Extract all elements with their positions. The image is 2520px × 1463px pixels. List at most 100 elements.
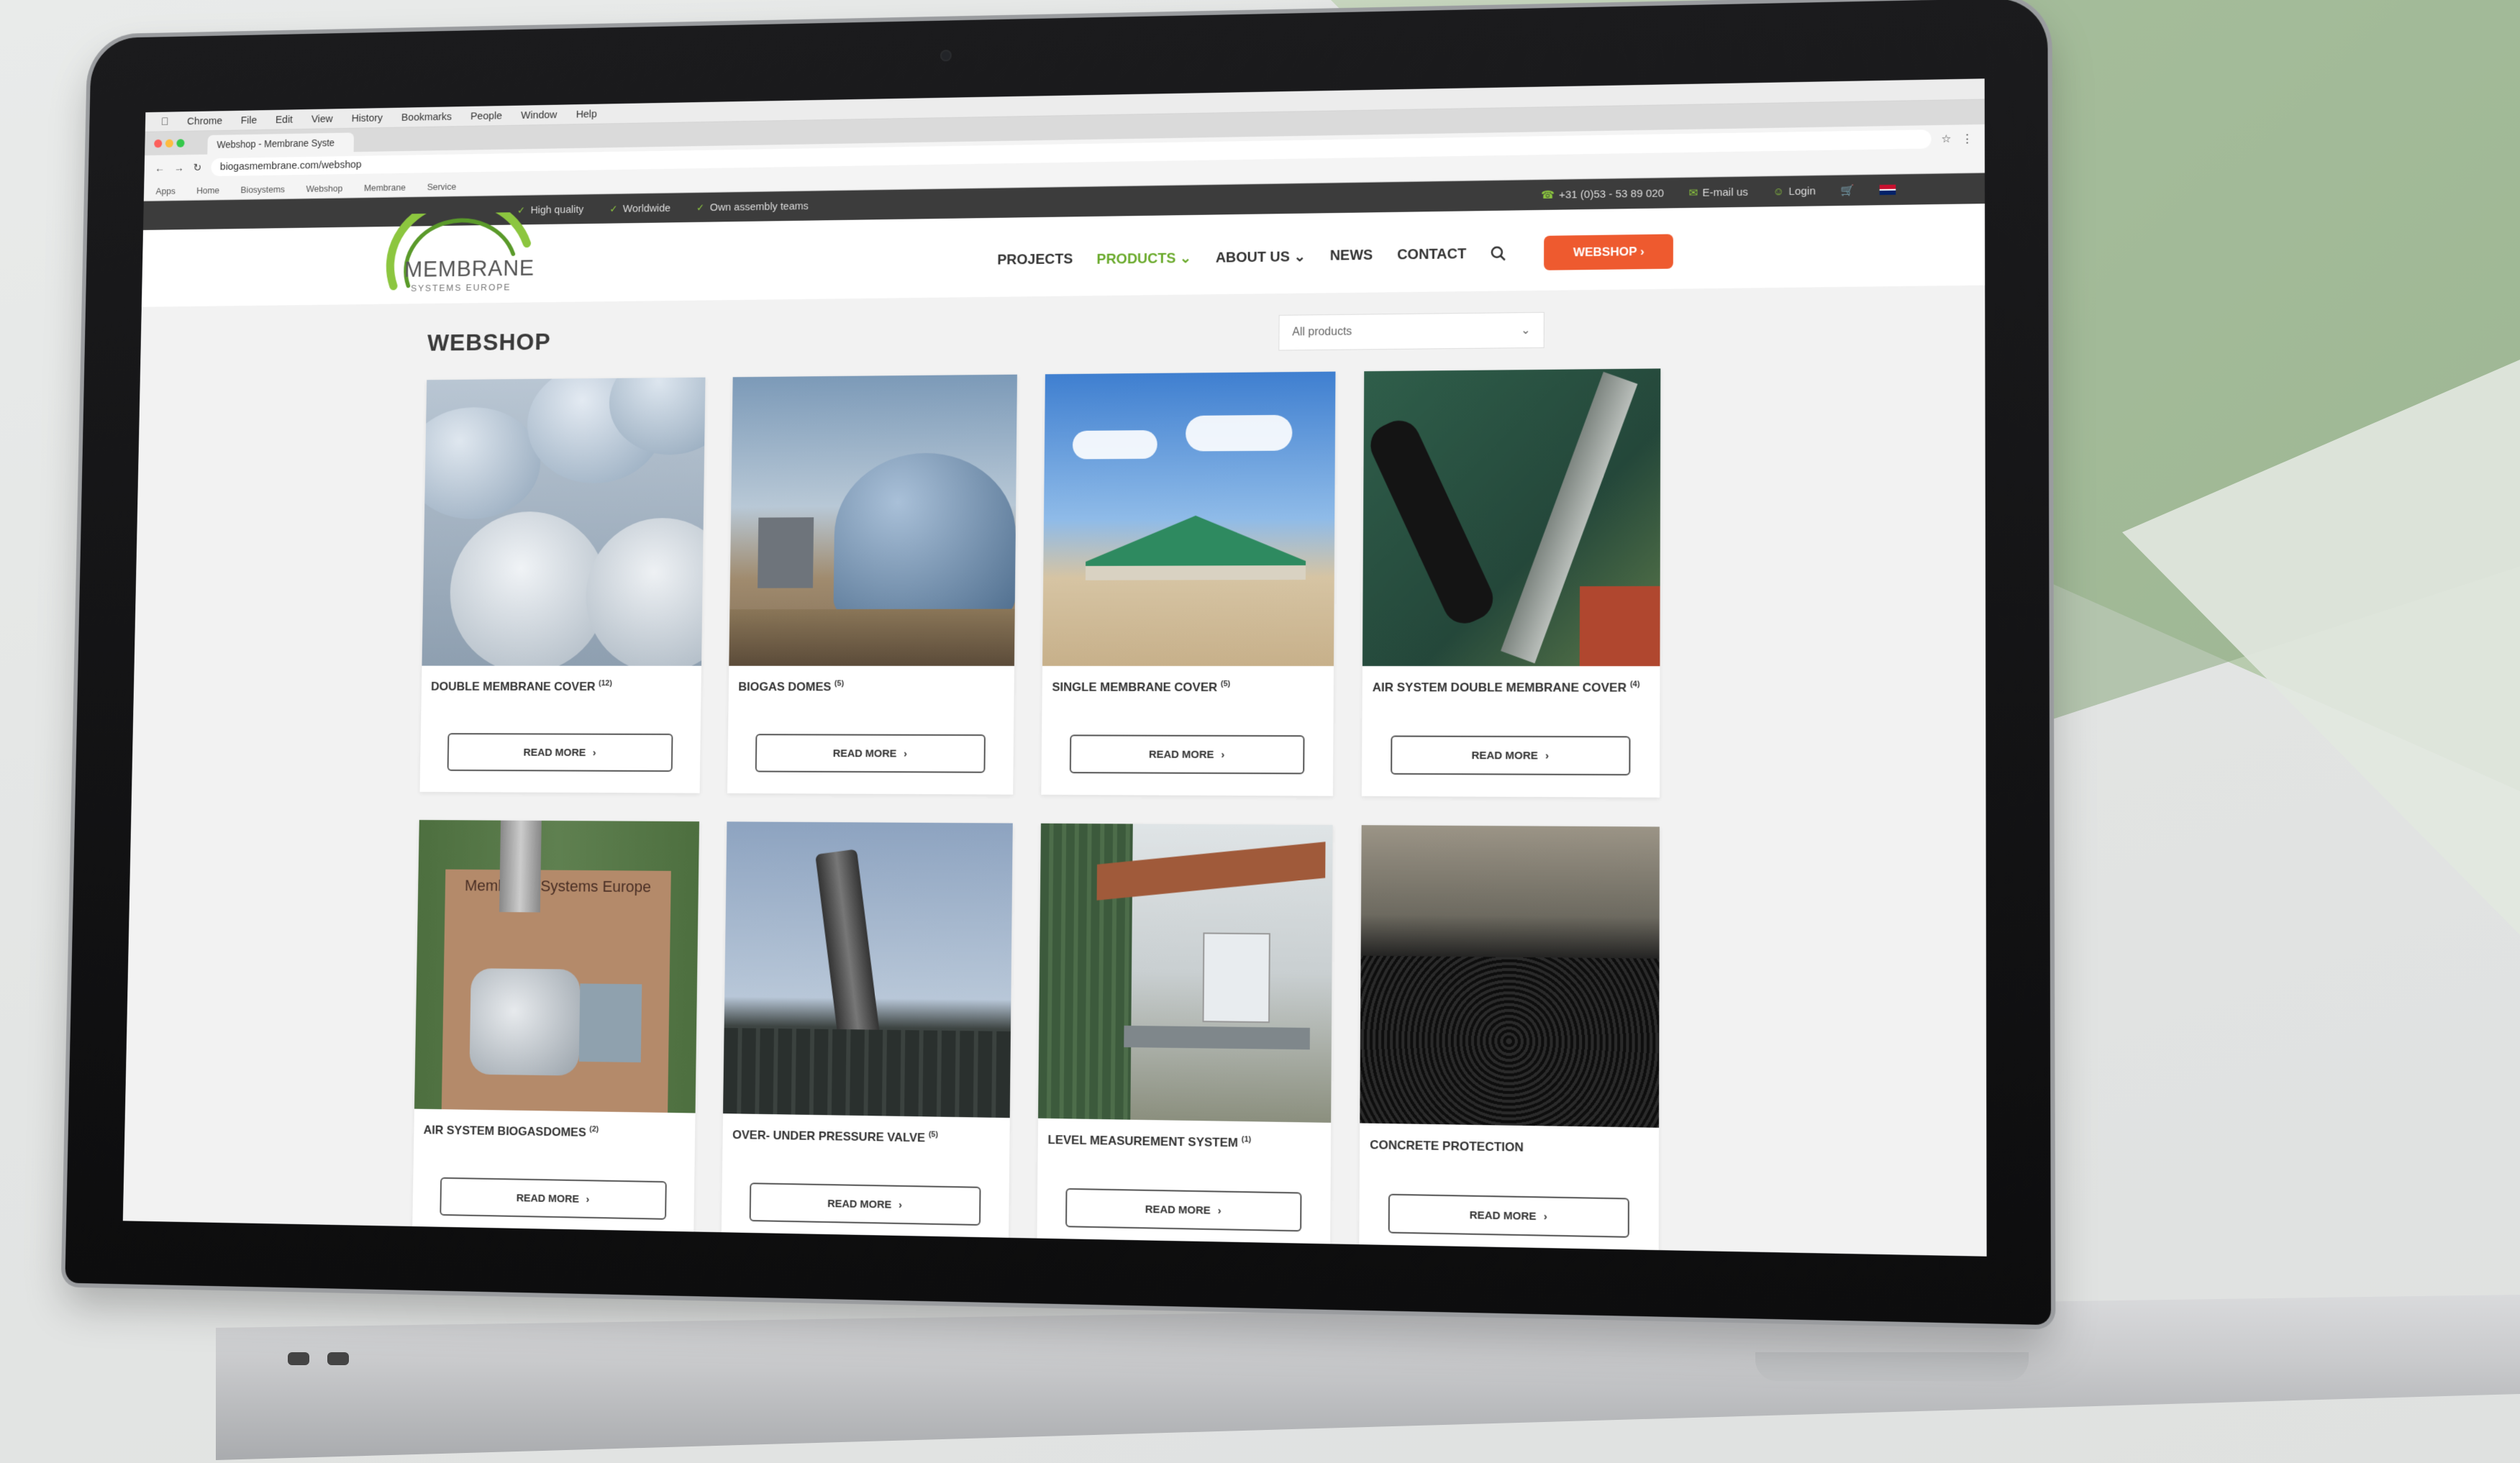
usb-port <box>288 1352 309 1365</box>
read-more-button[interactable]: READ MORE › <box>1388 1193 1629 1238</box>
chevron-right-icon: › <box>1217 1204 1222 1217</box>
chevron-right-icon: › <box>1545 749 1550 762</box>
chevron-right-icon: › <box>586 1193 590 1206</box>
product-title: BIOGAS DOMES (5) <box>738 679 845 693</box>
product-card[interactable]: AIR SYSTEM DOUBLE MEMBRANE COVER (4) REA… <box>1361 368 1661 798</box>
menu-item[interactable]: People <box>470 109 502 122</box>
menu-item[interactable]: Help <box>576 108 597 120</box>
bookmark-item[interactable]: Apps <box>155 186 175 196</box>
webshop-button[interactable]: WEBSHOP › <box>1544 234 1674 270</box>
menu-dots-icon[interactable]: ⋮ <box>1962 132 1973 145</box>
product-image <box>1362 368 1661 667</box>
laptop-base <box>216 1295 2520 1460</box>
forward-icon[interactable]: → <box>174 162 184 173</box>
star-icon[interactable]: ☆ <box>1942 132 1952 145</box>
chevron-right-icon: › <box>1221 748 1225 761</box>
minimize-window-icon[interactable] <box>165 139 173 148</box>
chevron-down-icon: ⌄ <box>1179 250 1192 266</box>
product-title: DOUBLE MEMBRANE COVER (12) <box>430 679 612 693</box>
product-image <box>723 821 1013 1118</box>
nav-contact[interactable]: CONTACT <box>1397 246 1466 263</box>
nav-projects[interactable]: PROJECTS <box>997 251 1073 268</box>
chevron-right-icon: › <box>904 747 908 760</box>
product-card[interactable]: Membrane Systems Europe AIR SYSTEM BIOGA… <box>411 819 700 1242</box>
nav-about-us[interactable]: ABOUT US ⌄ <box>1216 247 1306 266</box>
back-icon[interactable]: ← <box>155 163 165 174</box>
camera <box>940 50 952 62</box>
product-image <box>1038 823 1333 1123</box>
menu-item[interactable]: Chrome <box>187 114 222 127</box>
cart-icon[interactable]: 🛒 <box>1841 183 1855 196</box>
phone-icon: ☎ <box>1541 188 1555 202</box>
chevron-right-icon: › <box>1543 1210 1547 1223</box>
logo[interactable]: MEMBRANE SYSTEMS EUROPE <box>381 212 537 304</box>
product-title: CONCRETE PROTECTION <box>1370 1137 1524 1154</box>
product-title: OVER- UNDER PRESSURE VALVE (5) <box>732 1127 938 1145</box>
image-signage: Membrane Systems Europe <box>464 876 652 896</box>
page-title: WEBSHOP <box>427 328 551 357</box>
phone-link[interactable]: ☎ +31 (0)53 - 53 89 020 <box>1541 186 1664 201</box>
laptop-lid:  Chrome File Edit View History Bookmark… <box>65 0 2052 1326</box>
topbar-contact: ☎ +31 (0)53 - 53 89 020 ✉ E-mail us ☺ Login… <box>1541 183 1896 201</box>
product-card[interactable]: CONCRETE PROTECTION READ MORE › <box>1359 825 1660 1257</box>
email-link[interactable]: ✉ E-mail us <box>1689 186 1748 199</box>
product-image <box>422 377 706 666</box>
chevron-right-icon: › <box>899 1198 903 1211</box>
product-card[interactable]: OVER- UNDER PRESSURE VALVE (5) READ MORE… <box>721 821 1013 1248</box>
product-image <box>1360 825 1660 1128</box>
browser-tab[interactable]: Webshop - Membrane Syste <box>207 132 355 155</box>
menu-item[interactable]: View <box>311 113 333 125</box>
read-more-button[interactable]: READ MORE › <box>749 1182 981 1226</box>
read-more-button[interactable]: READ MORE › <box>1069 734 1305 775</box>
nav-products[interactable]: PRODUCTS ⌄ <box>1096 249 1191 268</box>
nav-news[interactable]: NEWS <box>1330 247 1373 264</box>
laptop-screen:  Chrome File Edit View History Bookmark… <box>122 78 1987 1257</box>
bookmark-item[interactable]: Membrane <box>364 182 406 193</box>
bookmark-item[interactable]: Biosystems <box>240 183 285 194</box>
menu-item[interactable]: Edit <box>276 114 293 126</box>
product-image <box>729 374 1017 666</box>
product-title: AIR SYSTEM DOUBLE MEMBRANE COVER (4) <box>1372 680 1640 695</box>
user-icon: ☺ <box>1773 185 1785 198</box>
check-icon: ✓ <box>609 202 618 214</box>
product-card[interactable]: DOUBLE MEMBRANE COVER (12) READ MORE › <box>419 377 706 793</box>
logo-subtitle: SYSTEMS EUROPE <box>410 281 511 293</box>
logo-name: MEMBRANE <box>404 255 535 282</box>
read-more-button[interactable]: READ MORE › <box>447 733 673 772</box>
product-card[interactable]: SINGLE MEMBRANE COVER (5) READ MORE › <box>1041 371 1336 796</box>
bookmark-item[interactable]: Home <box>196 185 219 196</box>
chevron-down-icon: ⌄ <box>1521 324 1531 337</box>
reload-icon[interactable]: ↻ <box>193 161 201 173</box>
check-icon: ✓ <box>696 201 705 213</box>
menu-item[interactable]: Bookmarks <box>401 111 452 124</box>
read-more-button[interactable]: READ MORE › <box>440 1177 667 1220</box>
apple-icon[interactable]:  <box>161 116 169 127</box>
product-filter-select[interactable]: All products ⌄ <box>1278 311 1545 351</box>
mail-icon: ✉ <box>1688 186 1698 199</box>
usp-item: ✓ Own assembly teams <box>696 199 809 214</box>
maximize-window-icon[interactable] <box>176 139 185 147</box>
product-card[interactable]: LEVEL MEASUREMENT SYSTEM (1) READ MORE › <box>1037 823 1333 1254</box>
product-grid: DOUBLE MEMBRANE COVER (12) READ MORE › BI… <box>411 368 1661 1257</box>
login-link[interactable]: ☺ Login <box>1773 185 1816 198</box>
menu-item[interactable]: File <box>241 114 258 127</box>
menu-item[interactable]: Window <box>521 109 557 121</box>
search-icon[interactable] <box>1491 246 1506 262</box>
english-flag-icon[interactable] <box>1879 184 1896 196</box>
read-more-button[interactable]: READ MORE › <box>1065 1188 1302 1232</box>
bookmark-item[interactable]: Webshop <box>306 183 342 193</box>
read-more-button[interactable]: READ MORE › <box>755 734 986 773</box>
product-card[interactable]: BIOGAS DOMES (5) READ MORE › <box>727 374 1017 795</box>
menu-item[interactable]: History <box>351 111 383 124</box>
chevron-down-icon: ⌄ <box>1293 248 1306 265</box>
product-title: AIR SYSTEM BIOGASDOMES (2) <box>423 1123 599 1139</box>
product-title: LEVEL MEASUREMENT SYSTEM (1) <box>1047 1132 1252 1150</box>
bookmark-item[interactable]: Service <box>427 181 457 192</box>
close-window-icon[interactable] <box>154 139 163 148</box>
product-title: SINGLE MEMBRANE COVER (5) <box>1052 679 1231 694</box>
main-nav: PROJECTS PRODUCTS ⌄ ABOUT US ⌄ NEWS CONT… <box>997 234 1674 277</box>
laptop-notch <box>1755 1352 2029 1381</box>
chevron-right-icon: › <box>592 746 596 759</box>
read-more-button[interactable]: READ MORE › <box>1391 735 1631 776</box>
product-image: Membrane Systems Europe <box>414 819 700 1113</box>
